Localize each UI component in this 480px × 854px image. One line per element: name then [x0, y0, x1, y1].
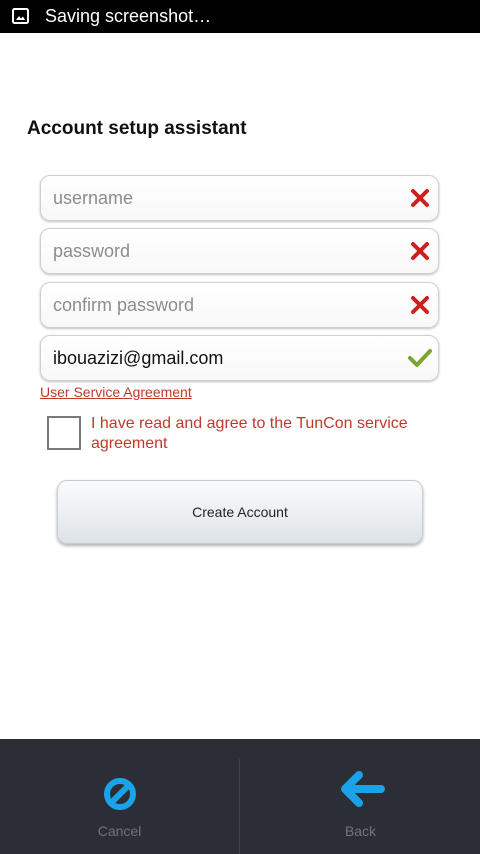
cancel-label: Cancel: [97, 823, 142, 839]
cancel-button[interactable]: Cancel: [0, 739, 239, 854]
error-x-icon: [410, 188, 430, 208]
agree-label: I have read and agree to the TunCon serv…: [91, 415, 408, 452]
email-input[interactable]: [53, 336, 393, 380]
bottom-action-bar: Cancel Back: [0, 739, 480, 854]
back-arrow-icon: [340, 771, 385, 807]
email-field: [40, 335, 439, 381]
password-input[interactable]: [53, 229, 393, 273]
agree-checkbox[interactable]: [47, 416, 81, 450]
create-account-button[interactable]: Create Account: [57, 480, 423, 544]
cancel-icon: [103, 778, 136, 810]
page-title: Account setup assistant: [27, 118, 247, 139]
status-text: Saving screenshot…: [45, 6, 212, 26]
error-x-icon: [410, 241, 430, 261]
check-icon: [408, 348, 432, 368]
error-x-icon: [410, 295, 430, 315]
status-bar: Saving screenshot…: [0, 0, 480, 33]
password-field: [40, 228, 439, 274]
back-label: Back: [344, 823, 377, 839]
confirm-password-input[interactable]: [53, 283, 393, 327]
back-button[interactable]: Back: [241, 739, 480, 854]
bottom-divider: [239, 759, 240, 854]
user-service-agreement-link[interactable]: User Service Agreement: [40, 384, 192, 400]
username-field: [40, 175, 439, 221]
confirm-password-field: [40, 282, 439, 328]
username-input[interactable]: [53, 176, 393, 220]
image-icon: [12, 8, 29, 24]
